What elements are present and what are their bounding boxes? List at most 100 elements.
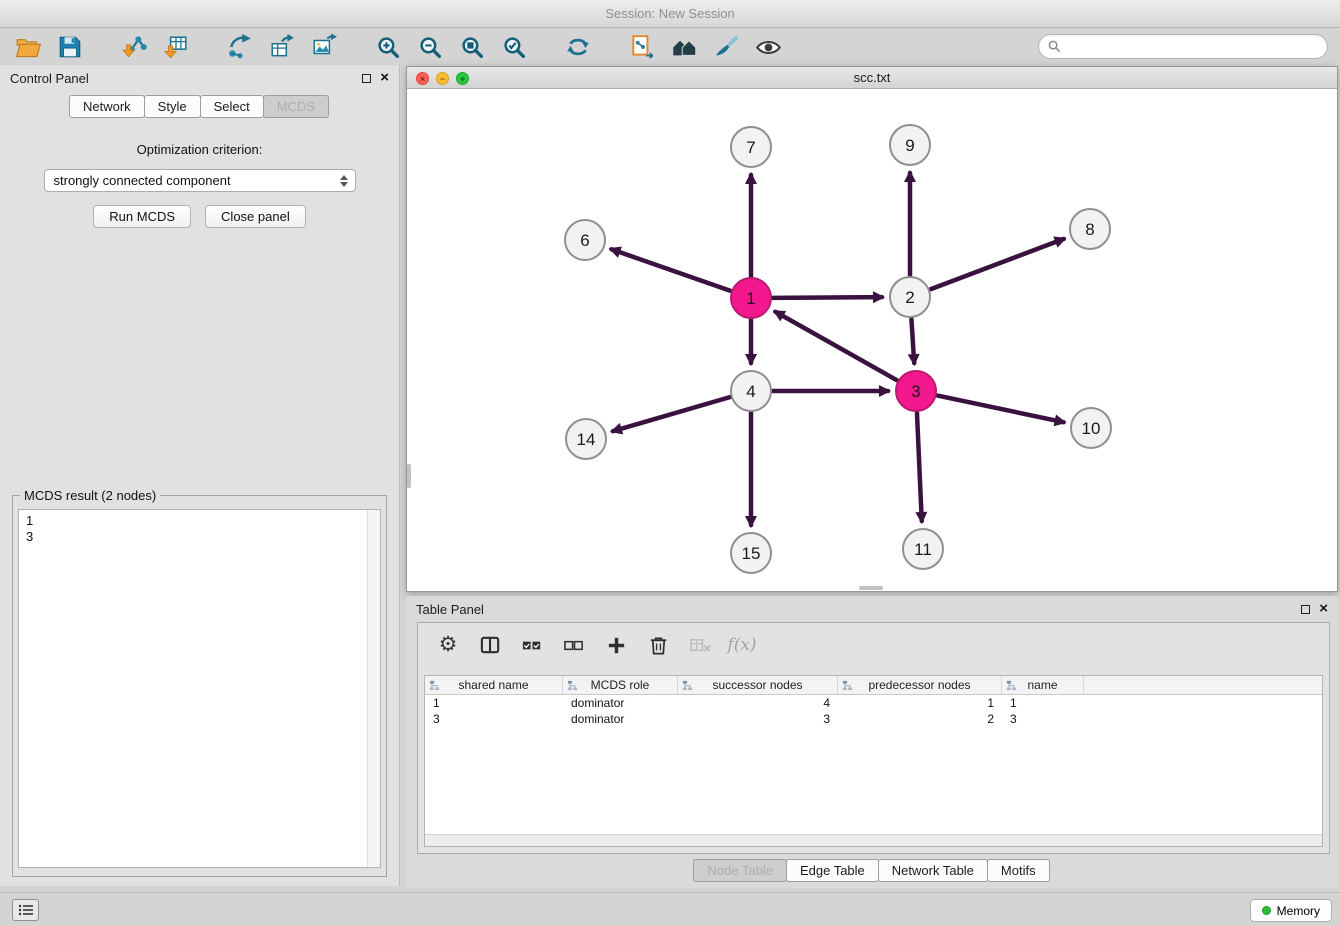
node-label: 10 [1082,419,1101,438]
edge-3-1[interactable] [775,312,896,380]
table-settings-button[interactable]: ⚙ [435,632,461,658]
cell-predecessor-nodes[interactable]: 2 [838,711,1002,727]
memory-button[interactable]: Memory [1250,899,1332,922]
result-line: 3 [26,529,373,545]
zoom-selected-button[interactable] [496,31,532,63]
open-session-button[interactable] [10,31,46,63]
zoom-in-button[interactable] [370,31,406,63]
edge-2-8[interactable] [931,239,1064,289]
vertical-splitter-handle[interactable] [407,464,411,488]
import-network-button[interactable] [116,31,152,63]
add-column-button[interactable] [603,632,629,658]
delete-column-button[interactable] [645,632,671,658]
edge-1-6[interactable] [611,249,730,291]
optimization-dropdown[interactable]: strongly connected component [44,169,356,192]
mcds-result-textarea[interactable]: 13 [18,509,381,868]
tab-style[interactable]: Style [144,95,201,118]
mcds-result-group: MCDS result (2 nodes) 13 [12,495,387,877]
style-brush-button[interactable] [708,31,744,63]
task-history-button[interactable] [12,899,39,921]
export-image-button[interactable] [306,31,342,63]
header-cell-successor-nodes[interactable]: successor nodes [678,676,838,694]
home-button[interactable] [666,31,702,63]
select-all-button[interactable] [519,632,545,658]
deselect-all-button[interactable] [561,632,587,658]
node-8[interactable]: 8 [1070,209,1110,249]
float-panel-icon[interactable] [362,74,371,83]
float-table-panel-icon[interactable] [1301,605,1310,614]
search-input[interactable] [1066,39,1318,54]
show-hide-button[interactable] [750,31,786,63]
table-tab-node-table[interactable]: Node Table [693,859,787,882]
header-cell-mcds-role[interactable]: MCDS role [563,676,678,694]
table-row[interactable]: 3dominator323 [425,711,1322,727]
horizontal-splitter-handle[interactable] [859,586,883,590]
control-panel: Control Panel × NetworkStyleSelectMCDS O… [0,65,400,886]
search-box[interactable] [1038,34,1328,59]
edge-1-2[interactable] [773,297,882,298]
function-builder-button[interactable]: f(x) [729,632,755,658]
cell-shared-name[interactable]: 1 [425,695,563,711]
column-visibility-button[interactable] [477,632,503,658]
export-table-button[interactable] [264,31,300,63]
close-window-icon[interactable]: × [416,72,429,85]
node-11[interactable]: 11 [903,529,943,569]
minimize-window-icon[interactable]: − [436,72,449,85]
refresh-icon [565,34,591,60]
edge-2-3[interactable] [911,319,914,363]
node-3[interactable]: 3 [896,371,936,411]
eye-icon [755,34,782,61]
node-2[interactable]: 2 [890,277,930,317]
cell-mcds-role[interactable]: dominator [563,695,678,711]
node-10[interactable]: 10 [1071,408,1111,448]
network-window-titlebar[interactable]: × − + scc.txt [407,67,1337,89]
close-panel-button[interactable]: Close panel [205,205,306,228]
node-6[interactable]: 6 [565,220,605,260]
copy-view-button[interactable] [624,31,660,63]
edge-3-10[interactable] [938,396,1064,423]
table-tab-edge-table[interactable]: Edge Table [786,859,879,882]
tab-network[interactable]: Network [69,95,145,118]
node-15[interactable]: 15 [731,533,771,573]
refresh-layout-button[interactable] [560,31,596,63]
close-table-panel-icon[interactable]: × [1319,604,1328,614]
table-horizontal-scrollbar[interactable] [425,834,1322,846]
import-table-button[interactable] [158,31,194,63]
edge-4-14[interactable] [613,397,730,431]
cell-name[interactable]: 1 [1002,695,1084,711]
zoom-fit-button[interactable] [454,31,490,63]
table-tab-network-table[interactable]: Network Table [878,859,988,882]
cell-successor-nodes[interactable]: 4 [678,695,838,711]
export-network-button[interactable] [222,31,258,63]
save-session-button[interactable] [52,31,88,63]
header-cell-shared-name[interactable]: shared name [425,676,563,694]
cell-shared-name[interactable]: 3 [425,711,563,727]
node-14[interactable]: 14 [566,419,606,459]
node-9[interactable]: 9 [890,125,930,165]
node-7[interactable]: 7 [731,127,771,167]
cell-mcds-role[interactable]: dominator [563,711,678,727]
zoom-out-button[interactable] [412,31,448,63]
close-panel-icon[interactable]: × [380,73,389,83]
run-mcds-button[interactable]: Run MCDS [93,205,191,228]
tab-select[interactable]: Select [200,95,264,118]
network-graph[interactable]: 7 9 6 8 1 2 4 3 14 10 15 11 [407,89,1337,590]
dropdown-arrows-icon [340,175,355,187]
delete-table-button[interactable] [687,632,713,658]
cell-name[interactable]: 3 [1002,711,1084,727]
zoom-out-icon [418,35,443,60]
zoom-window-icon[interactable]: + [456,72,469,85]
cell-predecessor-nodes[interactable]: 1 [838,695,1002,711]
network-canvas[interactable]: 7 9 6 8 1 2 4 3 14 10 15 11 [407,89,1337,590]
edge-3-11[interactable] [917,413,922,521]
column-type-icon [567,680,578,691]
table-row[interactable]: 1dominator411 [425,695,1322,711]
node-1[interactable]: 1 [731,278,771,318]
header-cell-name[interactable]: name [1002,676,1084,694]
result-scrollbar[interactable] [367,510,380,867]
header-cell-predecessor-nodes[interactable]: predecessor nodes [838,676,1002,694]
table-tab-motifs[interactable]: Motifs [987,859,1050,882]
node-4[interactable]: 4 [731,371,771,411]
tab-mcds[interactable]: MCDS [263,95,329,118]
cell-successor-nodes[interactable]: 3 [678,711,838,727]
